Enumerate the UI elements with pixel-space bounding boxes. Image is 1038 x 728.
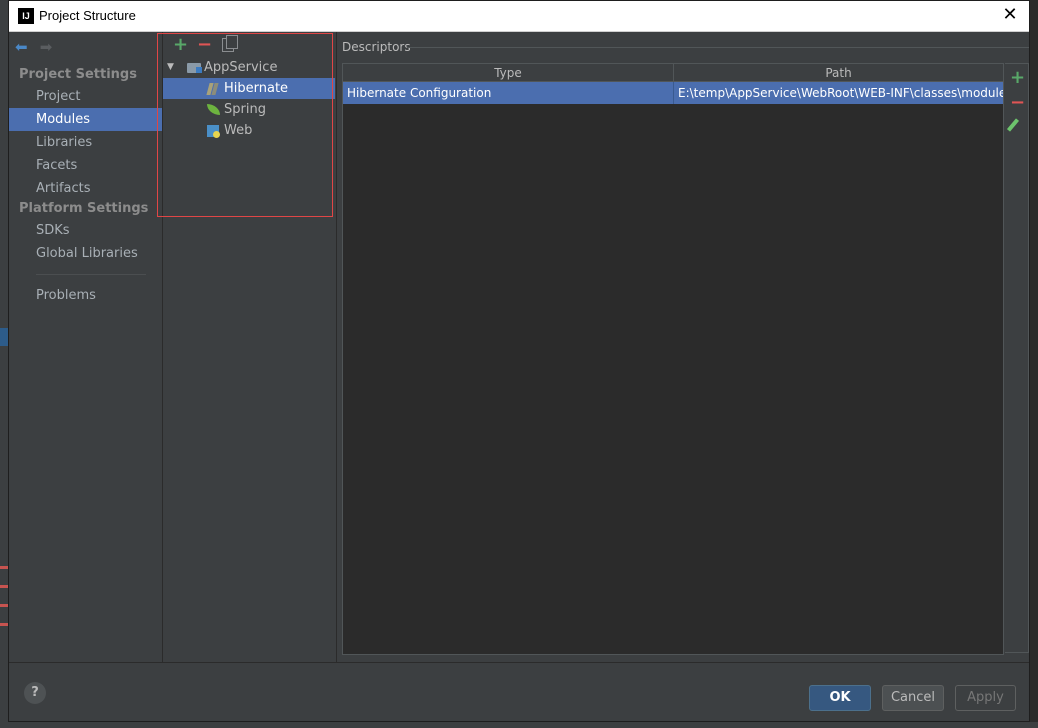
intellij-app-icon: IJ: [18, 8, 34, 24]
sidebar-item-sdks[interactable]: SDKs: [9, 219, 162, 242]
tree-node-label: AppService: [204, 60, 278, 75]
tree-node-hibernate[interactable]: Hibernate: [163, 78, 335, 99]
section-project-settings: Project Settings: [19, 67, 137, 82]
background-error-mark: [0, 604, 8, 607]
copy-icon[interactable]: [222, 35, 238, 52]
descriptors-divider: [407, 47, 1029, 48]
descriptors-table: Type Path Hibernate Configuration E:\tem…: [342, 63, 1004, 655]
add-descriptor-icon[interactable]: +: [1010, 67, 1025, 88]
background-error-mark: [0, 566, 8, 569]
section-platform-settings: Platform Settings: [19, 201, 149, 216]
close-icon[interactable]: ✕: [999, 4, 1021, 26]
help-button[interactable]: ?: [24, 682, 46, 704]
settings-sidebar: ⬅ ➡ Project Settings Project Modules Lib…: [9, 32, 163, 662]
module-folder-icon: [187, 63, 202, 73]
background-error-mark: [0, 623, 8, 626]
nav-arrows: ⬅ ➡: [15, 38, 60, 56]
modules-tree-panel: + − ▼ AppService Hibernate Spring Web: [163, 32, 337, 662]
column-header-path[interactable]: Path: [674, 64, 1003, 82]
ok-button[interactable]: OK: [809, 685, 871, 711]
tree-node-label: Hibernate: [224, 81, 289, 96]
tree-node-label: Web: [224, 123, 253, 138]
tree-node-web[interactable]: Web: [163, 120, 335, 141]
table-row[interactable]: Hibernate Configuration E:\temp\AppServi…: [343, 82, 1003, 104]
footer-divider: [9, 662, 1029, 663]
sidebar-divider: [36, 274, 146, 275]
tree-node-label: Spring: [224, 102, 266, 117]
background-error-mark: [0, 585, 8, 588]
forward-arrow-icon[interactable]: ➡: [40, 38, 53, 56]
sidebar-item-facets[interactable]: Facets: [9, 154, 162, 177]
window-title: Project Structure: [39, 8, 136, 23]
title-bar: IJ Project Structure ✕: [9, 1, 1029, 32]
background-status-strip: [0, 722, 1038, 728]
column-header-type[interactable]: Type: [343, 64, 674, 82]
remove-descriptor-icon[interactable]: −: [1010, 92, 1025, 113]
project-structure-dialog: IJ Project Structure ✕ ⬅ ➡ Project Setti…: [8, 0, 1030, 722]
sidebar-item-global-libraries[interactable]: Global Libraries: [9, 242, 162, 265]
remove-icon[interactable]: −: [197, 35, 212, 55]
cell-type: Hibernate Configuration: [347, 86, 492, 100]
edit-pencil-icon[interactable]: [1006, 118, 1020, 132]
sidebar-item-artifacts[interactable]: Artifacts: [9, 177, 162, 200]
descriptor-toolbar: + −: [1005, 63, 1029, 653]
tree-node-appservice[interactable]: ▼ AppService: [163, 57, 335, 78]
hibernate-icon: [208, 82, 218, 96]
cell-path: E:\temp\AppService\WebRoot\WEB-INF\class…: [678, 86, 1003, 100]
expand-arrow-icon[interactable]: ▼: [167, 57, 174, 78]
add-icon[interactable]: +: [173, 35, 188, 55]
sidebar-item-problems[interactable]: Problems: [9, 284, 162, 307]
web-facet-icon: [207, 125, 220, 138]
spring-leaf-icon: [207, 104, 220, 115]
descriptors-legend: Descriptors: [342, 40, 411, 54]
background-selection-bar: [0, 328, 8, 346]
back-arrow-icon[interactable]: ⬅: [15, 38, 28, 56]
sidebar-item-modules[interactable]: Modules: [9, 108, 162, 131]
sidebar-item-libraries[interactable]: Libraries: [9, 131, 162, 154]
tree-node-spring[interactable]: Spring: [163, 99, 335, 120]
background-ide-strip: [0, 0, 8, 728]
sidebar-item-project[interactable]: Project: [9, 85, 162, 108]
apply-button[interactable]: Apply: [955, 685, 1016, 711]
cancel-button[interactable]: Cancel: [882, 685, 944, 711]
